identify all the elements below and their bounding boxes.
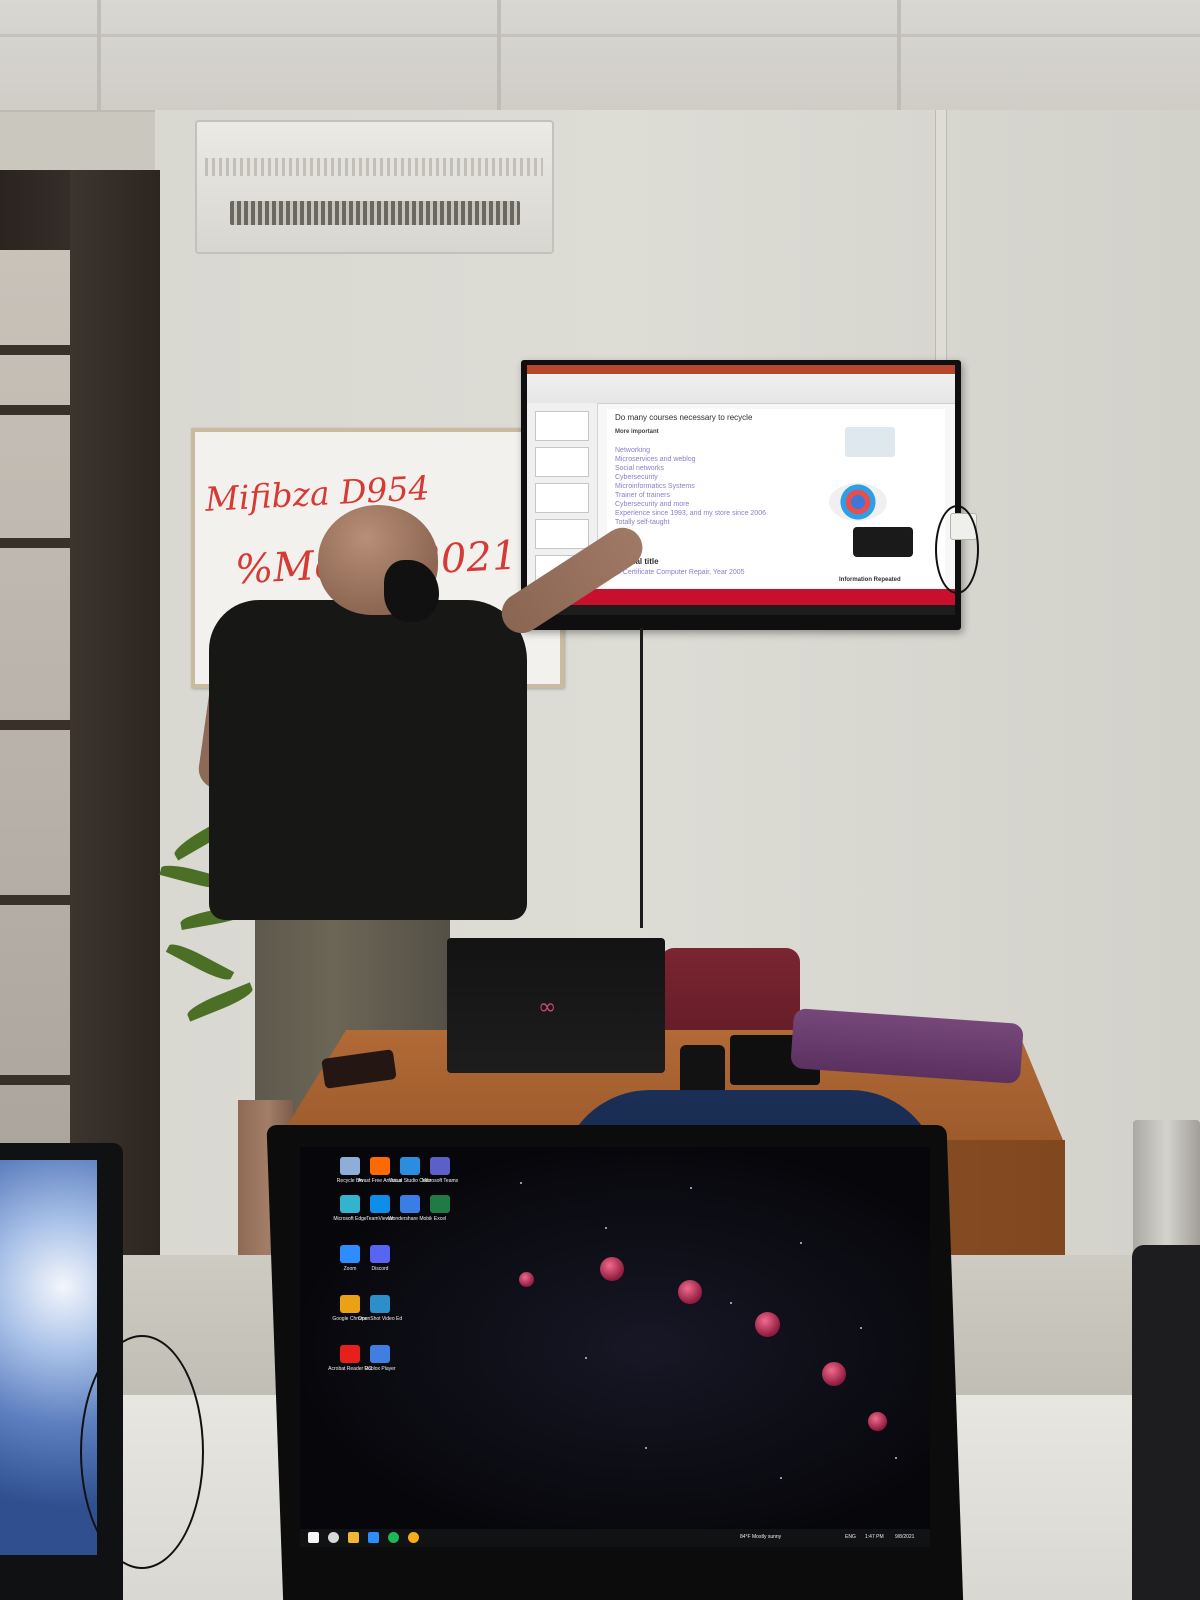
slide-title: Do many courses necessary to recycle: [615, 413, 753, 422]
discord-icon[interactable]: [370, 1245, 390, 1263]
moon: [678, 1280, 702, 1304]
star: [895, 1457, 897, 1459]
moon: [868, 1412, 887, 1431]
air-conditioner-grille: [205, 158, 543, 176]
edge-icon[interactable]: [340, 1195, 360, 1213]
vscode-icon[interactable]: [400, 1157, 420, 1175]
desktop-icon-label: Discord: [371, 1266, 389, 1272]
slide-footer-line: ... Certificate Computer Repair, Year 20…: [615, 569, 745, 576]
star: [860, 1327, 862, 1329]
tv-taskbar: [527, 605, 955, 615]
laptop-logo-icon: ∞: [538, 995, 557, 1020]
air-conditioner: [195, 120, 554, 254]
roblox-icon[interactable]: [370, 1345, 390, 1363]
slide-item: Experience since 1993, and my store sinc…: [615, 510, 766, 517]
slide-item: Cybersecurity and more: [615, 501, 690, 508]
star: [585, 1357, 587, 1359]
moon: [822, 1362, 846, 1386]
ceiling-grid: [0, 0, 1200, 110]
shelf-board: [0, 405, 72, 415]
chrome-taskbar-icon[interactable]: [408, 1532, 419, 1543]
time-text: 1:47 PM: [865, 1534, 884, 1540]
tv-cable: [640, 628, 643, 928]
moon: [519, 1272, 534, 1287]
star: [605, 1227, 607, 1229]
slide-item: Microservices and weblog: [615, 456, 696, 463]
shelf-board: [0, 538, 72, 548]
desktop-icon-label: OpenShot Video Editor: [358, 1316, 402, 1322]
slide-item: Cybersecurity: [615, 474, 658, 481]
search-icon[interactable]: [328, 1532, 339, 1543]
weather-text: 84°F Mostly sunny: [740, 1534, 782, 1540]
slide-item: Microinformatics Systems: [615, 483, 695, 490]
left-laptop-screen: [0, 1160, 97, 1555]
slide-thumbnail: [535, 447, 589, 477]
shelf-board: [0, 1075, 72, 1085]
classroom-scene: Mifibza D954 %Mer ds2021 Do many courses…: [0, 0, 1200, 1600]
avast-icon[interactable]: [370, 1157, 390, 1175]
file-explorer-icon[interactable]: [348, 1532, 359, 1543]
bookshelf-back-panel: [0, 250, 72, 1150]
air-conditioner-vent: [230, 201, 520, 225]
desktop-icon-label: Microsoft Teams: [421, 1178, 459, 1184]
slide-item: Trainer of trainers: [615, 492, 670, 499]
star: [690, 1187, 692, 1189]
remote-control: [680, 1045, 725, 1095]
moon: [600, 1257, 624, 1281]
desktop-icon-label: Excel: [433, 1216, 447, 1222]
mobiletrans-icon[interactable]: [400, 1195, 420, 1213]
desktop-icon-label: Roblox Player: [364, 1366, 396, 1372]
recycle-bin-icon[interactable]: [340, 1157, 360, 1175]
slide-item: Totally self-taught: [615, 519, 670, 526]
slide-thumbnail: [535, 411, 589, 441]
openshot-icon[interactable]: [370, 1295, 390, 1313]
right-laptop: [1132, 1245, 1200, 1600]
slide-item: Social networks: [615, 465, 665, 472]
slide-item: Networking: [615, 447, 651, 454]
slide-thumbnail: [535, 519, 589, 549]
excel-icon[interactable]: [430, 1195, 450, 1213]
presentation-ribbon-tabs: [527, 365, 955, 374]
star: [800, 1242, 802, 1244]
star: [780, 1477, 782, 1479]
slide-subtitle: More important: [615, 429, 659, 435]
zoom-taskbar-icon[interactable]: [368, 1532, 379, 1543]
teams-icon[interactable]: [430, 1157, 450, 1175]
spotify-icon[interactable]: [388, 1532, 399, 1543]
power-cable: [935, 505, 979, 594]
chrome-icon[interactable]: [340, 1295, 360, 1313]
shelf-board: [0, 345, 72, 355]
slide-canvas: Do many courses necessary to recycle Mor…: [607, 409, 945, 587]
shelf-board: [0, 720, 72, 730]
star: [645, 1447, 647, 1449]
person-shirt: [209, 600, 527, 920]
windows-desktop: Recycle Bin Avast Free Antivirus Visual …: [300, 1147, 930, 1547]
star: [730, 1302, 732, 1304]
date-text: 9/8/2021: [895, 1534, 915, 1540]
slide-footer-right: Information Repeated: [839, 577, 901, 583]
shelf-board: [0, 895, 72, 905]
computer-parts-icon: [853, 527, 913, 557]
zoom-icon[interactable]: [340, 1245, 360, 1263]
windows-taskbar: 84°F Mostly sunny ENG 1:47 PM 9/8/2021: [300, 1529, 930, 1547]
language-text: ENG: [845, 1534, 856, 1540]
moon: [755, 1312, 780, 1337]
laptop-cable: [80, 1335, 204, 1569]
teamviewer-icon[interactable]: [370, 1195, 390, 1213]
start-icon[interactable]: [308, 1532, 319, 1543]
star: [520, 1182, 522, 1184]
bookshelf-upright: [70, 170, 160, 1260]
slide-thumbnail: [535, 483, 589, 513]
social-media-icon: [829, 483, 887, 521]
acrobat-icon[interactable]: [340, 1345, 360, 1363]
network-diagram-icon: [845, 427, 895, 457]
